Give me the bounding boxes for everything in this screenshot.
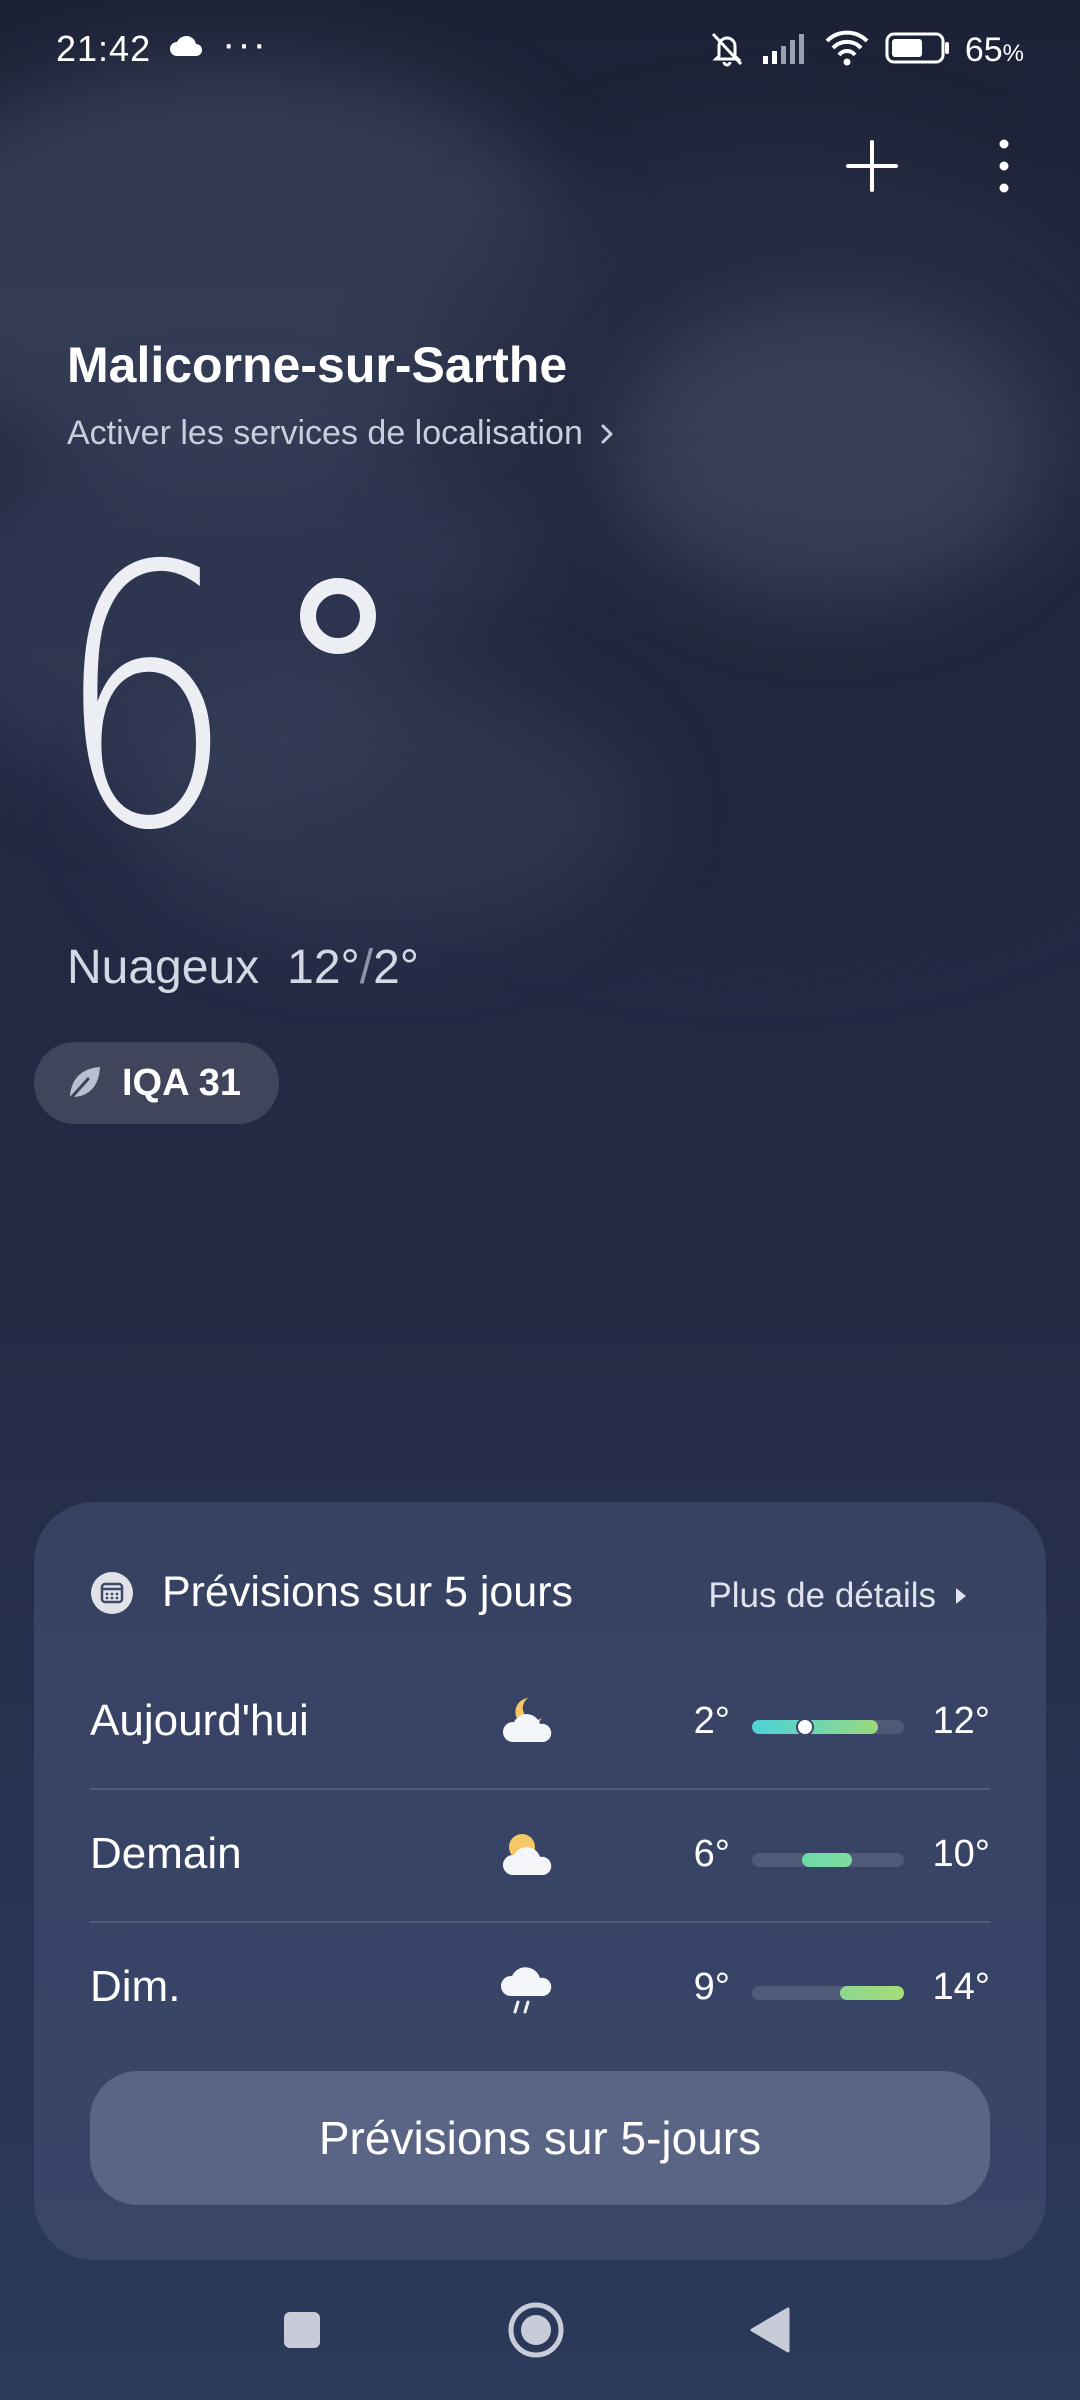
wifi-icon xyxy=(823,29,871,72)
cloud-status-icon xyxy=(168,34,204,63)
more-options-button[interactable] xyxy=(968,130,1040,202)
temperature-range-bar xyxy=(752,1718,904,1736)
temperature-range-fill xyxy=(752,1720,879,1734)
forecast-day: Aujourd'hui xyxy=(90,1696,309,1745)
city-name: Malicorne-sur-Sarthe xyxy=(67,337,568,393)
status-bar: 21:42 ··· 65% xyxy=(0,0,1080,100)
temperature-range-fill xyxy=(802,1853,853,1867)
forecast-row[interactable]: Dim. 9° 14° xyxy=(90,1924,990,2056)
triangle-right-icon xyxy=(956,1588,966,1604)
enable-location-link[interactable]: Activer les services de localisation xyxy=(67,414,615,453)
add-city-button[interactable] xyxy=(836,130,908,202)
enable-location-label: Activer les services de localisation xyxy=(67,414,583,452)
forecast-max: 10° xyxy=(932,1833,990,1875)
rain-cloud-icon xyxy=(498,1958,558,2023)
temperature-range-bar xyxy=(752,1986,904,2000)
forecast-card-title: Prévisions sur 5 jours xyxy=(162,1568,574,1616)
forecast-day: Demain xyxy=(90,1829,242,1878)
forecast-card-header: Prévisions sur 5 jours Plus de détails xyxy=(90,1568,1020,1617)
square-icon xyxy=(284,2312,320,2348)
forecast-max: 14° xyxy=(932,1966,990,2008)
forecast-min: 9° xyxy=(693,1966,730,2008)
top-actions xyxy=(836,130,1040,202)
battery-icon xyxy=(885,31,951,70)
five-day-forecast-button[interactable]: Prévisions sur 5-jours xyxy=(90,2071,990,2205)
temp-separator: / xyxy=(359,941,374,994)
forecast-row[interactable]: Demain 6° 10° xyxy=(90,1791,990,1923)
current-condition-summary: Nuageux 12°/2° xyxy=(67,940,419,995)
recent-apps-button[interactable] xyxy=(262,2290,342,2370)
chevron-right-icon xyxy=(601,424,613,443)
forecast-min: 2° xyxy=(693,1700,730,1742)
signal-icon xyxy=(761,30,809,71)
forecast-row[interactable]: Aujourd'hui 2° 12° xyxy=(90,1658,990,1790)
forecast-card: Prévisions sur 5 jours Plus de détails A… xyxy=(34,1502,1046,2260)
more-details-link[interactable]: Plus de détails xyxy=(708,1568,968,1624)
bell-muted-icon xyxy=(707,28,747,73)
sun-cloud-icon xyxy=(498,1825,558,1890)
plus-icon xyxy=(846,140,898,192)
high-temp: 12° xyxy=(287,941,360,994)
current-temperature: 6 xyxy=(56,490,235,909)
back-triangle-icon xyxy=(750,2307,790,2353)
navigation-bar xyxy=(0,2290,1080,2370)
vertical-dots-icon xyxy=(999,139,1009,193)
degree-symbol xyxy=(300,578,376,654)
circle-home-icon xyxy=(508,2302,564,2358)
temperature-range-fill xyxy=(840,1986,904,2000)
more-details-label: Plus de détails xyxy=(708,1576,936,1615)
more-notifications-icon: ··· xyxy=(222,22,268,66)
aqi-label: IQA 31 xyxy=(122,1061,241,1104)
leaf-icon xyxy=(68,1067,100,1101)
forecast-day: Dim. xyxy=(90,1962,181,2011)
home-button[interactable] xyxy=(496,2290,576,2370)
condition-text: Nuageux xyxy=(67,941,260,994)
low-temp: 2° xyxy=(373,941,419,994)
status-time: 21:42 xyxy=(56,28,152,69)
back-button[interactable] xyxy=(730,2290,810,2370)
forecast-max: 12° xyxy=(932,1700,990,1742)
aqi-pill[interactable]: IQA 31 xyxy=(34,1042,279,1124)
battery-percent: 65% xyxy=(964,30,1024,69)
temperature-range-bar xyxy=(752,1853,904,1867)
status-icons: 65% xyxy=(707,26,1024,74)
calendar-icon xyxy=(91,1571,133,1614)
moon-cloud-icon xyxy=(498,1692,558,1757)
high-low: 12°/2° xyxy=(287,940,419,995)
forecast-min: 6° xyxy=(693,1833,730,1875)
